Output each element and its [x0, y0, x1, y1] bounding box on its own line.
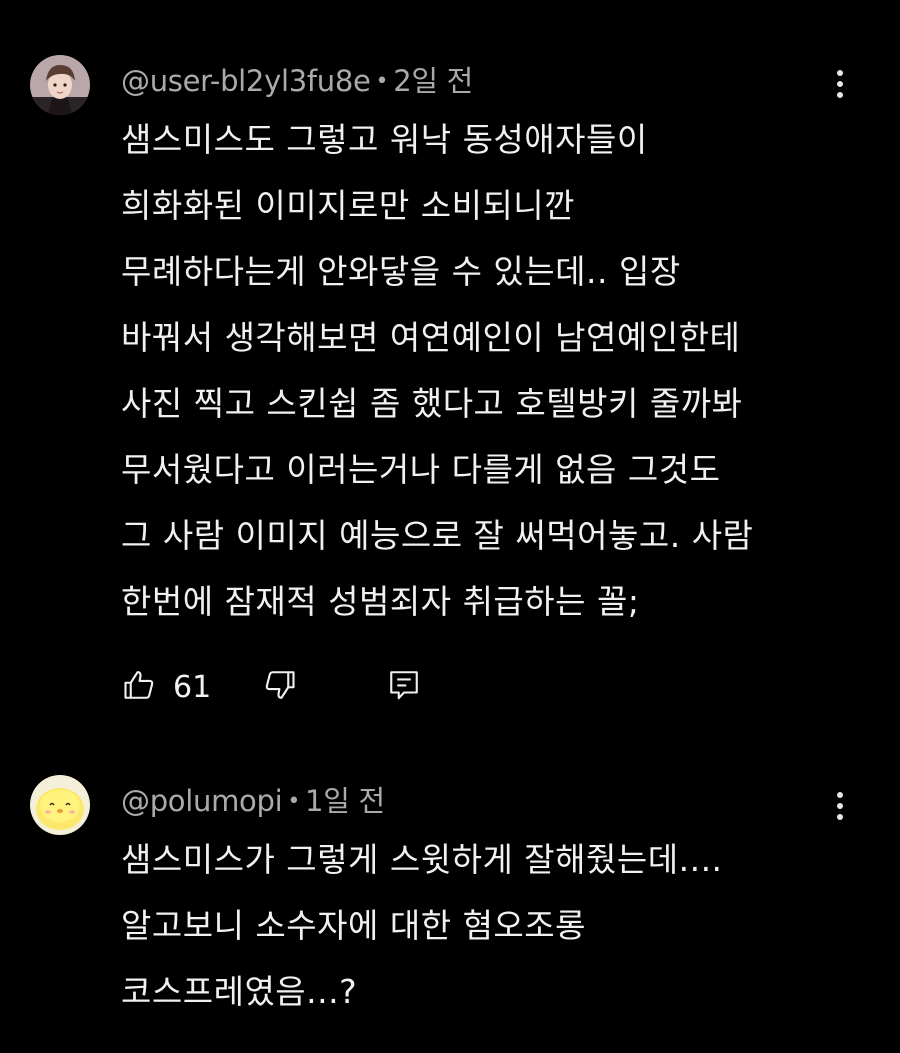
comment-actions: 61 — [0, 662, 900, 712]
comment-item: @polumopi • 1일 전 샘스미스가 그렇게 스윗하게 잘해줬는데.... … — [0, 760, 900, 1053]
meta-separator: • — [375, 69, 389, 94]
comment-text: 샘스미스가 그렇게 스윗하게 잘해줬는데.... 알고보니 소수자에 대한 혐오… — [121, 840, 723, 1011]
thumbs-down-icon — [262, 667, 298, 707]
comment-time: 2일 전 — [393, 64, 474, 98]
author-handle[interactable]: @polumopi — [121, 784, 283, 818]
comment-meta: @polumopi • 1일 전 — [121, 778, 385, 820]
comment-item: @user-bl2yl3fu8e • 2일 전 샘스미스도 그렇고 워낙 동성애자들… — [0, 0, 900, 760]
avatar[interactable] — [30, 775, 90, 835]
comment-time: 1일 전 — [305, 784, 385, 818]
user-avatar-yellow-chick-icon — [30, 775, 90, 835]
comment-menu-button[interactable] — [826, 786, 854, 826]
avatar[interactable] — [30, 55, 90, 115]
comment-text: 샘스미스도 그렇고 워낙 동성애자들이 희화화된 이미지로만 소비되니깐 무례하… — [121, 120, 754, 621]
reply-button[interactable] — [386, 662, 422, 712]
comment-meta: @user-bl2yl3fu8e • 2일 전 — [121, 58, 473, 100]
author-handle[interactable]: @user-bl2yl3fu8e — [121, 64, 371, 98]
thumbs-up-icon — [121, 667, 157, 707]
comment-menu-button[interactable] — [826, 64, 854, 104]
meta-separator: • — [287, 789, 301, 814]
user-avatar-man-icon — [30, 55, 90, 115]
dislike-button[interactable] — [262, 662, 298, 712]
reply-icon — [386, 667, 422, 707]
like-button[interactable]: 61 — [121, 662, 211, 712]
like-count: 61 — [173, 669, 212, 705]
